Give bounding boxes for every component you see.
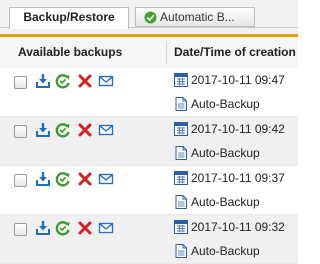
column-header-available-backups[interactable]: Available backups bbox=[18, 45, 122, 59]
document-icon bbox=[175, 146, 187, 163]
table-header: Available backups Date/Time of creation bbox=[0, 37, 298, 69]
calendar-icon bbox=[174, 122, 188, 139]
mail-icon[interactable] bbox=[98, 122, 114, 138]
table-row: 2017-10-11 09:32 Auto-Backup bbox=[0, 215, 298, 264]
document-icon bbox=[175, 244, 187, 261]
backup-name: Auto-Backup bbox=[191, 195, 260, 209]
download-icon[interactable] bbox=[35, 220, 51, 236]
row-checkbox[interactable] bbox=[14, 223, 27, 236]
tab-backup-restore[interactable]: Backup/Restore bbox=[9, 7, 129, 29]
backup-name: Auto-Backup bbox=[191, 244, 260, 258]
download-icon[interactable] bbox=[35, 171, 51, 187]
backup-name: Auto-Backup bbox=[191, 97, 260, 111]
backup-datetime: 2017-10-11 09:47 bbox=[191, 73, 285, 87]
backup-list: 2017-10-11 09:47 Auto-Backup 2017-10-11 … bbox=[0, 68, 298, 264]
backup-datetime: 2017-10-11 09:42 bbox=[191, 122, 285, 136]
check-circle-icon bbox=[144, 11, 157, 26]
mail-icon[interactable] bbox=[98, 171, 114, 187]
backup-name: Auto-Backup bbox=[191, 146, 260, 160]
restore-icon[interactable] bbox=[55, 122, 71, 138]
tab-bar: Backup/Restore Automatic B... bbox=[0, 0, 298, 34]
tab-automatic-backup[interactable]: Automatic B... bbox=[135, 7, 255, 27]
row-checkbox[interactable] bbox=[14, 125, 27, 138]
tab-backup-restore-label: Backup/Restore bbox=[23, 10, 115, 24]
calendar-icon bbox=[174, 171, 188, 188]
calendar-icon bbox=[174, 73, 188, 90]
column-header-date-time[interactable]: Date/Time of creation bbox=[174, 45, 296, 59]
delete-icon[interactable] bbox=[77, 73, 93, 89]
table-row: 2017-10-11 09:37 Auto-Backup bbox=[0, 166, 298, 215]
restore-icon[interactable] bbox=[55, 220, 71, 236]
table-row: 2017-10-11 09:42 Auto-Backup bbox=[0, 117, 298, 166]
delete-icon[interactable] bbox=[77, 171, 93, 187]
calendar-icon bbox=[174, 220, 188, 237]
backup-datetime: 2017-10-11 09:32 bbox=[191, 220, 285, 234]
row-checkbox[interactable] bbox=[14, 174, 27, 187]
delete-icon[interactable] bbox=[77, 220, 93, 236]
document-icon bbox=[175, 97, 187, 114]
restore-icon[interactable] bbox=[55, 73, 71, 89]
restore-icon[interactable] bbox=[55, 171, 71, 187]
download-icon[interactable] bbox=[35, 73, 51, 89]
mail-icon[interactable] bbox=[98, 73, 114, 89]
download-icon[interactable] bbox=[35, 122, 51, 138]
mail-icon[interactable] bbox=[98, 220, 114, 236]
table-row: 2017-10-11 09:47 Auto-Backup bbox=[0, 68, 298, 117]
row-checkbox[interactable] bbox=[14, 76, 27, 89]
backup-datetime: 2017-10-11 09:37 bbox=[191, 171, 285, 185]
column-divider bbox=[166, 41, 167, 64]
delete-icon[interactable] bbox=[77, 122, 93, 138]
tab-automatic-backup-label: Automatic B... bbox=[160, 10, 235, 24]
document-icon bbox=[175, 195, 187, 212]
